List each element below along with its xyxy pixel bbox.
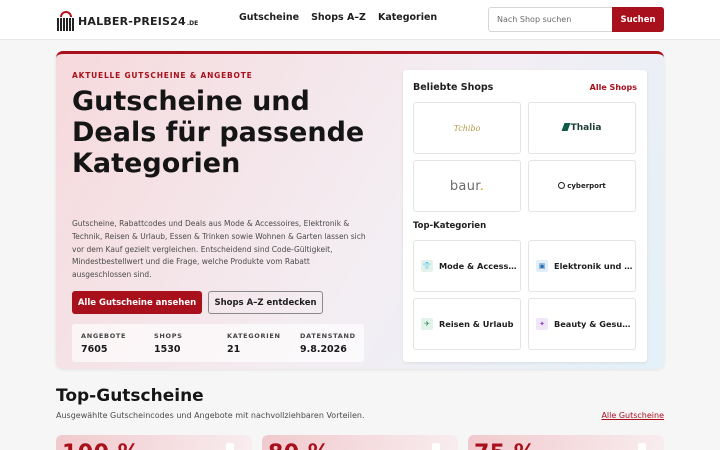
search-button[interactable]: Suchen	[612, 7, 664, 32]
hero-section: AKTUELLE GUTSCHEINE & ANGEBOTE Gutschein…	[56, 51, 664, 369]
baur-dot-icon: .	[479, 178, 485, 194]
cyberport-mark-icon	[558, 182, 566, 189]
stat-value: 1530	[154, 344, 181, 355]
stat-shops: SHOPS 1530	[145, 324, 218, 362]
search-input[interactable]	[488, 7, 613, 32]
popular-shops-panel: Beliebte Shops Alle Shops Tchibo Thalia …	[403, 70, 647, 362]
site-logo[interactable]: HALBER-PREIS24 .DE	[57, 10, 198, 32]
coupon-value: 75 %	[474, 441, 536, 450]
coupon-badge-icon	[432, 443, 440, 450]
category-label: Mode & Accessoires	[439, 261, 520, 271]
shop-tile-baur[interactable]: baur.	[413, 160, 521, 212]
category-label: Reisen & Urlaub	[439, 319, 514, 329]
stat-value: 7605	[81, 344, 108, 355]
nav-kategorien[interactable]: Kategorien	[378, 12, 437, 23]
chip-icon: ▣	[536, 260, 548, 272]
all-coupons-link[interactable]: Alle Gutscheine	[601, 411, 664, 420]
coupon-badge-icon	[226, 443, 234, 450]
plane-icon: ✈	[421, 318, 433, 330]
all-shops-link[interactable]: Alle Shops	[590, 83, 637, 92]
category-mode[interactable]: 👕 Mode & Accessoires	[413, 240, 521, 292]
top-coupons-title: Top-Gutscheine	[56, 386, 204, 406]
stat-label: DATENSTAND	[300, 332, 356, 340]
stat-datenstand: DATENSTAND 9.8.2026	[291, 324, 364, 362]
stat-angebote: ANGEBOTE 7605	[72, 324, 145, 362]
coupon-card[interactable]: 80 %	[262, 435, 458, 450]
coupon-value: 100 %	[62, 441, 140, 450]
main-nav: Gutscheine Shops A–Z Kategorien	[239, 12, 437, 23]
sparkle-icon: ✦	[536, 318, 548, 330]
shirt-icon: 👕	[421, 260, 433, 272]
cyberport-logo: cyberport	[558, 182, 606, 190]
category-elektronik[interactable]: ▣ Elektronik und Technik	[528, 240, 636, 292]
panel-title: Beliebte Shops	[413, 82, 494, 93]
nav-shops-a-z[interactable]: Shops A–Z	[311, 12, 366, 23]
category-reisen[interactable]: ✈ Reisen & Urlaub	[413, 298, 521, 350]
shops-a-z-button[interactable]: Shops A–Z entdecken	[208, 291, 323, 314]
nav-gutscheine[interactable]: Gutscheine	[239, 12, 299, 23]
shop-tile-cyberport[interactable]: cyberport	[528, 160, 636, 212]
shop-tile-tchibo[interactable]: Tchibo	[413, 102, 521, 154]
hero-eyebrow: AKTUELLE GUTSCHEINE & ANGEBOTE	[72, 71, 253, 80]
thalia-logo: Thalia	[561, 123, 602, 133]
all-coupons-button[interactable]: Alle Gutscheine ansehen	[72, 291, 202, 314]
category-label: Beauty & Gesundheit	[554, 319, 635, 329]
stats-bar: ANGEBOTE 7605 SHOPS 1530 KATEGORIEN 21 D…	[72, 324, 364, 362]
logo-text: HALBER-PREIS24	[78, 14, 186, 28]
logo-tld: .DE	[186, 19, 199, 27]
coupon-card[interactable]: 75 %	[468, 435, 664, 450]
stat-label: KATEGORIEN	[227, 332, 281, 340]
top-categories-title: Top-Kategorien	[413, 221, 487, 231]
tchibo-logo: Tchibo	[453, 123, 481, 133]
hero-title: Gutscheine und Deals für passende Katego…	[72, 86, 365, 179]
coupon-card[interactable]: 100 %	[56, 435, 252, 450]
hero-description: Gutscheine, Rabattcodes und Deals aus Mo…	[72, 219, 366, 280]
coupon-badge-icon	[638, 443, 646, 450]
thalia-mark-icon	[561, 123, 571, 131]
top-coupons-subtitle: Ausgewählte Gutscheincodes und Angebote …	[56, 411, 365, 420]
stat-label: ANGEBOTE	[81, 332, 127, 340]
baur-logo: baur.	[450, 179, 484, 194]
category-label: Elektronik und Technik	[554, 261, 635, 271]
stat-kategorien: KATEGORIEN 21	[218, 324, 291, 362]
gift-barcode-icon	[57, 11, 75, 31]
site-header: HALBER-PREIS24 .DE Gutscheine Shops A–Z …	[0, 0, 720, 40]
shop-tile-thalia[interactable]: Thalia	[528, 102, 636, 154]
baur-name: baur	[449, 178, 480, 194]
stat-value: 9.8.2026	[300, 344, 347, 355]
stat-value: 21	[227, 344, 241, 355]
category-beauty[interactable]: ✦ Beauty & Gesundheit	[528, 298, 636, 350]
cyberport-name: cyberport	[567, 182, 606, 190]
thalia-name: Thalia	[570, 123, 602, 133]
coupon-value: 80 %	[268, 441, 330, 450]
stat-label: SHOPS	[154, 332, 183, 340]
